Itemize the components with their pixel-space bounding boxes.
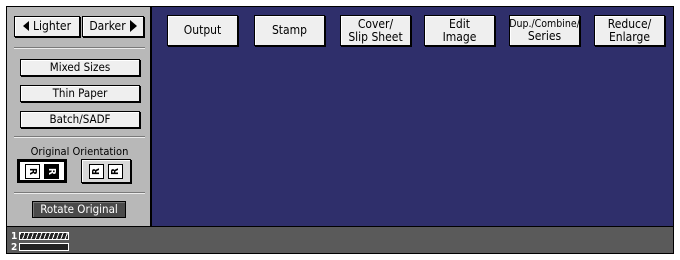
tray-number: 1: [11, 231, 18, 242]
dup-combine-series-button[interactable]: Dup./Combine/ Series: [509, 15, 580, 46]
reduce-enlarge-button[interactable]: Reduce/ Enlarge: [594, 15, 665, 46]
tray-number: 2: [11, 242, 18, 253]
paper-tray-icon: [19, 232, 69, 240]
cover-slip-sheet-button[interactable]: Cover/ Slip Sheet: [340, 15, 411, 46]
image-label: Image: [442, 29, 477, 44]
mixed-sizes-button[interactable]: Mixed Sizes: [20, 59, 140, 76]
orientation-unreadable-button[interactable]: R R: [81, 159, 131, 183]
original-page-icon: R: [44, 163, 59, 179]
right-arrow-icon: [129, 19, 137, 32]
stamp-label: Stamp: [271, 23, 308, 38]
main-function-area: Output Stamp Cover/ Slip Sheet Edit Imag…: [152, 7, 673, 226]
batch-sadf-button[interactable]: Batch/SADF: [20, 111, 140, 128]
left-arrow-icon: [22, 20, 29, 31]
divider: [14, 136, 145, 137]
lighter-button[interactable]: Lighter: [14, 16, 80, 37]
series-label: Series: [527, 28, 562, 43]
batch-sadf-label: Batch/SADF: [49, 112, 111, 126]
thin-paper-label: Thin Paper: [52, 86, 108, 100]
copier-panel: Lighter Darker Mixed Sizes Thin Paper Ba…: [6, 6, 674, 254]
paper-tray-status: 1 2: [11, 230, 73, 253]
thin-paper-button[interactable]: Thin Paper: [20, 85, 140, 102]
original-orientation-label: Original Orientation: [30, 145, 129, 158]
enlarge-label: Enlarge: [608, 29, 650, 44]
output-button[interactable]: Output: [167, 15, 238, 46]
rotate-original-button[interactable]: Rotate Original: [32, 201, 126, 218]
darker-button[interactable]: Darker: [82, 16, 144, 37]
original-page-icon: R: [108, 163, 123, 179]
edit-label: Edit: [449, 16, 470, 31]
left-settings-panel: Lighter Darker Mixed Sizes Thin Paper Ba…: [7, 7, 152, 226]
original-page-icon: R: [25, 163, 40, 179]
cover-label: Cover/: [357, 16, 394, 31]
slip-sheet-label: Slip Sheet: [348, 29, 403, 44]
output-label: Output: [183, 23, 222, 38]
status-bar: 1 2: [7, 226, 673, 253]
orientation-readable-button[interactable]: R R: [17, 159, 67, 183]
original-page-icon: R: [89, 163, 104, 179]
lighter-label: Lighter: [32, 19, 72, 33]
stamp-button[interactable]: Stamp: [254, 15, 325, 46]
darker-label: Darker: [89, 19, 126, 33]
paper-tray-icon: [19, 243, 69, 251]
edit-image-button[interactable]: Edit Image: [424, 15, 495, 46]
divider: [14, 192, 145, 193]
mixed-sizes-label: Mixed Sizes: [49, 60, 111, 74]
density-control: Lighter Darker: [14, 16, 145, 37]
rotate-original-label: Rotate Original: [40, 202, 118, 216]
divider: [14, 47, 145, 48]
reduce-label: Reduce/: [607, 16, 652, 31]
